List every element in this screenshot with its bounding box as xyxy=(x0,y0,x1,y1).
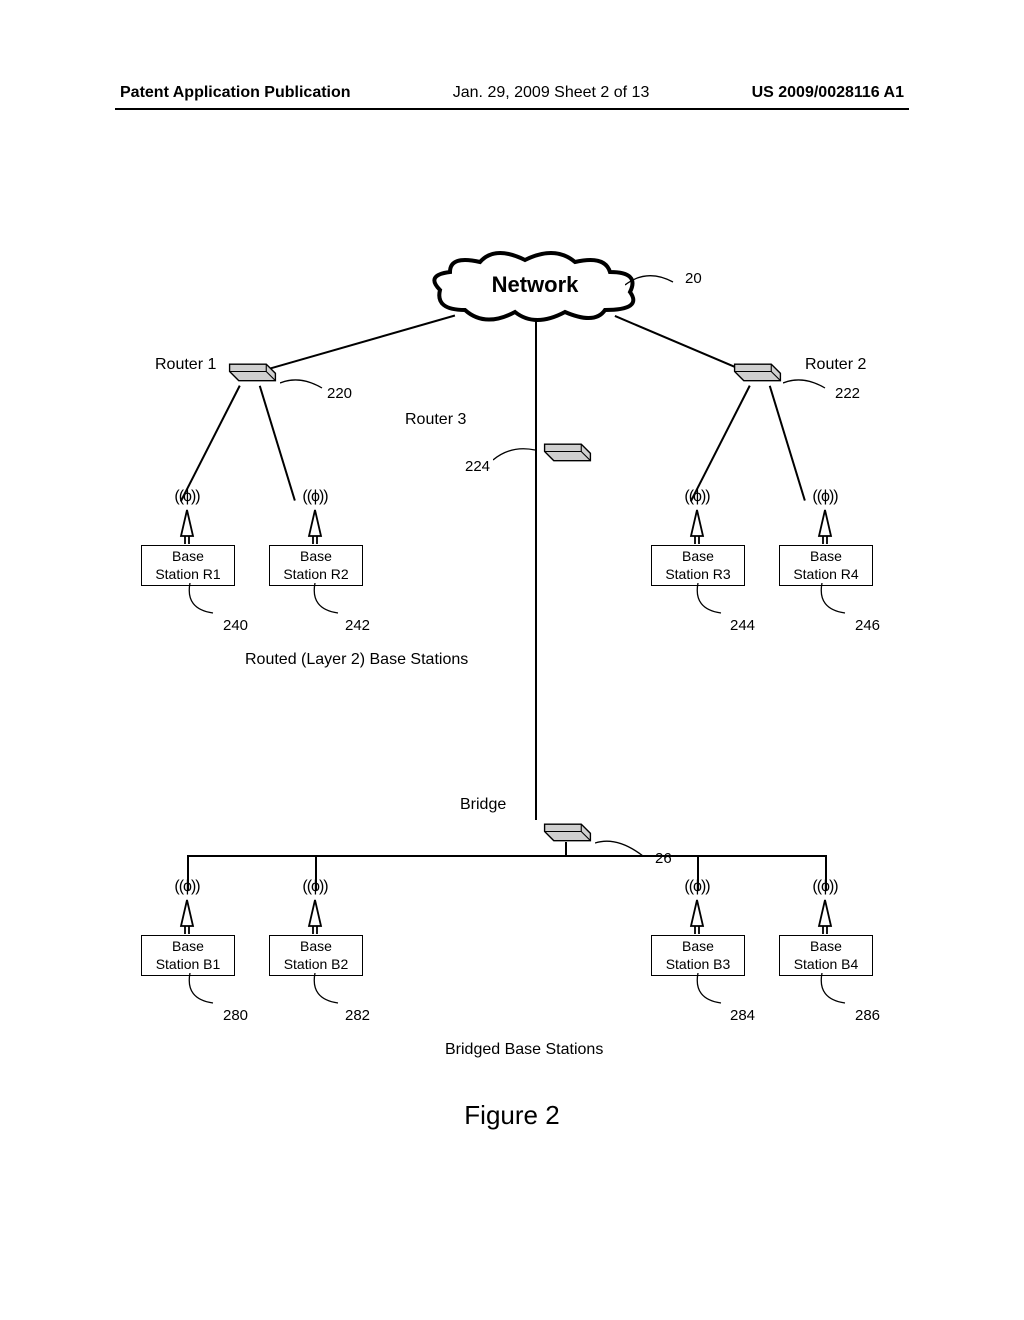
router2-icon xyxy=(730,355,785,384)
page: Patent Application Publication Jan. 29, … xyxy=(0,0,1024,1320)
routed-caption: Routed (Layer 2) Base Stations xyxy=(245,650,468,669)
bs-r3-waves-icon: ((ϕ)) xyxy=(667,488,727,506)
bs-b3-antenna-icon xyxy=(677,898,717,938)
bs-b3-l2: Station B3 xyxy=(666,956,731,972)
line-r1-bs2 xyxy=(259,386,296,501)
bs-r1-l2: Station R1 xyxy=(155,566,220,582)
bs-b4-waves-icon: ((ϕ)) xyxy=(795,878,855,896)
bs-b4-l1: Base xyxy=(810,938,842,954)
bs-b3-ref: 284 xyxy=(730,1007,755,1024)
bs-r3-box: Base Station R3 xyxy=(651,545,745,586)
router2-lead xyxy=(783,378,833,398)
bs-r1-antenna-icon xyxy=(167,508,207,548)
bs-r3-ref: 244 xyxy=(730,617,755,634)
router1-ref: 220 xyxy=(327,385,352,402)
bs-b1-antenna-icon xyxy=(167,898,207,938)
header-date-sheet: Jan. 29, 2009 Sheet 2 of 13 xyxy=(453,84,650,102)
router1-label: Router 1 xyxy=(155,355,216,374)
bs-r2-l1: Base xyxy=(300,548,332,564)
bs-b1-waves-icon: ((ϕ)) xyxy=(157,878,217,896)
router1-lead xyxy=(280,378,330,398)
bs-r1-box: Base Station R1 xyxy=(141,545,235,586)
bs-r4-waves-icon: ((ϕ)) xyxy=(795,488,855,506)
bs-b2-lead xyxy=(310,973,350,1013)
bs-b3-box: Base Station B3 xyxy=(651,935,745,976)
router2-label: Router 2 xyxy=(805,355,866,374)
router3-icon xyxy=(540,435,595,464)
bridge-ref: 26 xyxy=(655,850,672,867)
bs-b2-l2: Station B2 xyxy=(284,956,349,972)
router3-lead xyxy=(493,448,543,468)
bs-r4-ref: 246 xyxy=(855,617,880,634)
bs-r3-l1: Base xyxy=(682,548,714,564)
network-ref: 20 xyxy=(685,270,702,287)
bs-b2-ref: 282 xyxy=(345,1007,370,1024)
bs-b1-ref: 280 xyxy=(223,1007,248,1024)
bs-b4-l2: Station B4 xyxy=(794,956,859,972)
router2-ref: 222 xyxy=(835,385,860,402)
bs-r1-waves-icon: ((ϕ)) xyxy=(157,488,217,506)
bs-r1-ref: 240 xyxy=(223,617,248,634)
bs-b1-l2: Station B1 xyxy=(156,956,221,972)
bs-b4-ref: 286 xyxy=(855,1007,880,1024)
bs-b2-l1: Base xyxy=(300,938,332,954)
network-cloud: Network xyxy=(425,250,645,335)
bridge-hbus xyxy=(187,855,825,857)
bs-r3-antenna-icon xyxy=(677,508,717,548)
bs-b1-box: Base Station B1 xyxy=(141,935,235,976)
page-header: Patent Application Publication Jan. 29, … xyxy=(120,84,904,102)
bs-r4-box: Base Station R4 xyxy=(779,545,873,586)
bs-r4-antenna-icon xyxy=(805,508,845,548)
network-label: Network xyxy=(425,272,645,298)
bs-r4-lead xyxy=(817,583,857,623)
bs-r4-l2: Station R4 xyxy=(793,566,858,582)
bs-b3-waves-icon: ((ϕ)) xyxy=(667,878,727,896)
bridged-caption: Bridged Base Stations xyxy=(445,1040,603,1059)
bs-b2-antenna-icon xyxy=(295,898,335,938)
router3-label: Router 3 xyxy=(405,410,466,429)
bs-b1-lead xyxy=(185,973,225,1013)
bs-r2-box: Base Station R2 xyxy=(269,545,363,586)
bridge-icon xyxy=(540,815,595,844)
network-diagram: Network 20 Router 1 220 Router 2 xyxy=(115,210,905,1090)
router1-icon xyxy=(225,355,280,384)
cloud-to-bridge-line xyxy=(535,315,537,820)
line-r1-bs1 xyxy=(180,385,240,502)
header-rule xyxy=(115,108,909,110)
bs-b4-lead xyxy=(817,973,857,1013)
network-lead xyxy=(625,270,680,295)
bs-b4-box: Base Station B4 xyxy=(779,935,873,976)
line-r2-bs3 xyxy=(690,385,750,502)
bs-b1-l1: Base xyxy=(172,938,204,954)
bs-b2-box: Base Station B2 xyxy=(269,935,363,976)
bs-r2-waves-icon: ((ϕ)) xyxy=(285,488,345,506)
bs-r2-l2: Station R2 xyxy=(283,566,348,582)
bs-r1-l1: Base xyxy=(172,548,204,564)
bs-r1-lead xyxy=(185,583,225,623)
bs-r2-lead xyxy=(310,583,350,623)
bs-b4-antenna-icon xyxy=(805,898,845,938)
bs-r2-ref: 242 xyxy=(345,617,370,634)
bs-r4-l1: Base xyxy=(810,548,842,564)
bs-b3-lead xyxy=(693,973,733,1013)
header-patent-number: US 2009/0028116 A1 xyxy=(752,84,904,102)
bs-b2-waves-icon: ((ϕ)) xyxy=(285,878,345,896)
figure-caption: Figure 2 xyxy=(0,1100,1024,1131)
line-r2-bs4 xyxy=(769,386,806,501)
bs-r3-l2: Station R3 xyxy=(665,566,730,582)
router3-ref: 224 xyxy=(465,458,490,475)
header-publication: Patent Application Publication xyxy=(120,84,351,102)
bridge-label: Bridge xyxy=(460,795,506,814)
bs-r3-lead xyxy=(693,583,733,623)
bs-r2-antenna-icon xyxy=(295,508,335,548)
bs-b3-l1: Base xyxy=(682,938,714,954)
bridge-lead xyxy=(595,838,650,863)
